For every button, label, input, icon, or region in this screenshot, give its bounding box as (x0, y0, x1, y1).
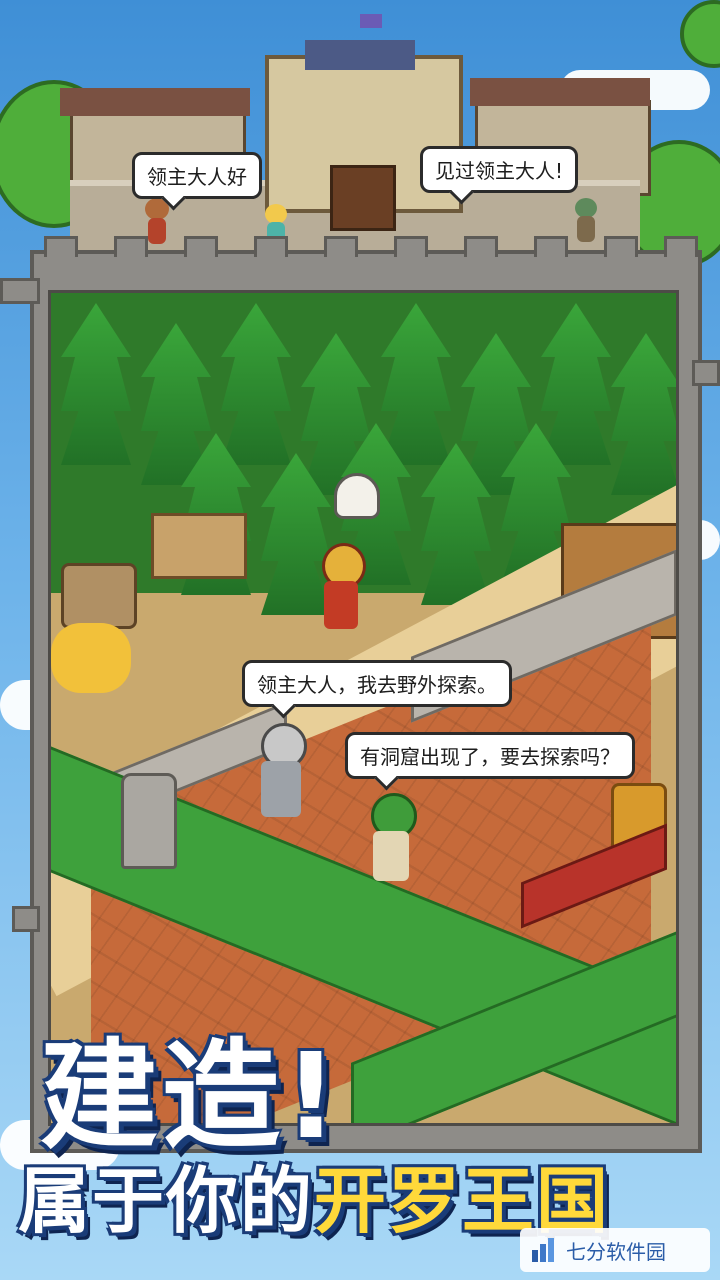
archer-character[interactable] (363, 793, 419, 885)
flag-icon (360, 14, 382, 28)
knight-body (261, 761, 301, 817)
watermark-badge: 七分软件园 (520, 1228, 710, 1272)
speech-bubble-archer: 有洞窟出现了，要去探索吗？ (345, 732, 635, 779)
well[interactable] (61, 563, 137, 629)
frame-bracket-left (0, 278, 40, 304)
villager-body (148, 218, 166, 244)
speech-bubble-villager-right: 见过领主大人! (420, 146, 579, 193)
headline-line2-white: 属于你的 (18, 1159, 315, 1243)
speech-bubble-knight: 领主大人，我去野外探索。 (242, 660, 512, 707)
tree-topright (680, 0, 720, 68)
villager-head (265, 204, 287, 224)
castle-roof (305, 40, 415, 70)
speech-bubble-villager-left: 领主大人好 (132, 152, 262, 199)
roof-left (60, 88, 250, 116)
frame-bracket-left (12, 906, 40, 932)
frame-bracket-right (692, 360, 720, 386)
villager-head (575, 198, 597, 218)
villager-body (577, 216, 595, 242)
building-logo-icon (532, 1238, 554, 1262)
villager-green[interactable] (572, 198, 600, 246)
lord-character[interactable] (316, 543, 366, 633)
watermark-text: 七分软件园 (566, 1239, 666, 1264)
statue[interactable] (121, 773, 177, 869)
lord-body (324, 581, 358, 629)
roof-right (470, 78, 650, 106)
speech-pointer-icon (334, 473, 380, 519)
signboard[interactable] (151, 513, 247, 579)
knight-character[interactable] (251, 723, 311, 823)
archer-body (373, 831, 409, 881)
flower-patch (51, 623, 131, 693)
castle-door (330, 165, 396, 231)
